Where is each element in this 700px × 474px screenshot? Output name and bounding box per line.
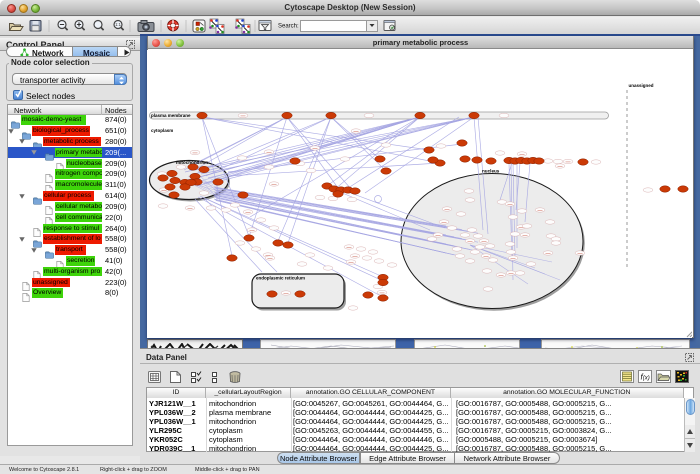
svg-text:plasma membrane: plasma membrane (151, 113, 191, 118)
svg-text:mitochondrion: mitochondrion (176, 160, 208, 165)
svg-text:nucleus: nucleus (482, 169, 500, 174)
svg-text:unassigned: unassigned (629, 83, 654, 88)
svg-text:1:1: 1:1 (115, 22, 121, 27)
svg-text:cytoplasm: cytoplasm (151, 128, 173, 133)
svg-text:Search:: Search: (278, 24, 299, 30)
svg-text:endoplasmic reticulum: endoplasmic reticulum (256, 276, 305, 281)
